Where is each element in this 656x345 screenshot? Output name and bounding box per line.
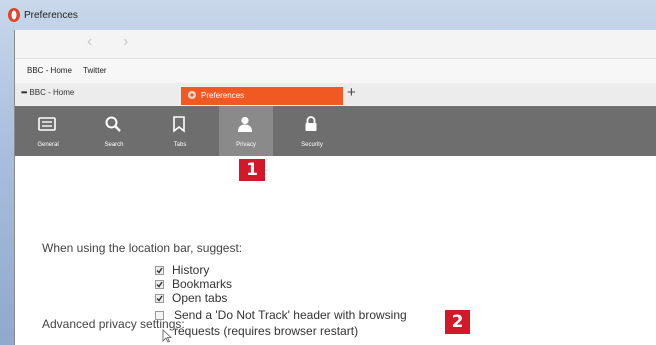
window-title: Preferences bbox=[24, 10, 78, 21]
forward-button[interactable]: › bbox=[123, 34, 128, 50]
search-icon bbox=[105, 116, 121, 132]
checkbox-checked-icon[interactable] bbox=[155, 280, 164, 289]
checkbox-checked-icon[interactable] bbox=[155, 266, 164, 275]
checkbox-unchecked-icon[interactable] bbox=[155, 311, 164, 320]
callout-badge-2: 2 bbox=[445, 310, 470, 334]
toolbar-search-label: Search bbox=[104, 142, 124, 148]
preferences-toolbar: General Search Tabs Privacy Security bbox=[15, 106, 656, 156]
option-bookmarks-label: Bookmarks bbox=[172, 277, 233, 291]
option-open-tabs-label: Open tabs bbox=[172, 291, 228, 305]
option-bookmarks[interactable]: Bookmarks bbox=[155, 277, 232, 291]
option-history-label: History bbox=[172, 263, 210, 277]
toolbar-privacy-label: Privacy bbox=[236, 142, 256, 148]
toolbar-search[interactable]: Search bbox=[87, 106, 141, 156]
tab-preferences[interactable]: Preferences bbox=[181, 87, 343, 105]
location-bar-heading: When using the location bar, suggest: bbox=[42, 241, 243, 255]
option-history[interactable]: History bbox=[155, 263, 209, 277]
bookmark-twitter[interactable]: Twitter bbox=[83, 66, 107, 75]
new-tab-button[interactable]: + bbox=[347, 85, 356, 100]
bookmarks-bar: BBC - Home Twitter bbox=[15, 58, 656, 84]
navigation-bar: ‹ › bbox=[15, 30, 656, 58]
gear-icon bbox=[188, 91, 196, 99]
toolbar-security[interactable]: Security bbox=[285, 106, 339, 156]
title-bar: Preferences bbox=[0, 0, 656, 30]
bookmark-bbc-home[interactable]: BBC - Home bbox=[27, 66, 72, 75]
checkbox-checked-icon[interactable] bbox=[155, 294, 164, 303]
do-not-track-label-line1: Send a 'Do Not Track' header with browsi… bbox=[174, 308, 407, 322]
general-icon bbox=[38, 117, 56, 131]
toolbar-general[interactable]: General bbox=[21, 106, 75, 156]
lock-icon bbox=[305, 116, 317, 131]
desktop-frame: Preferences ‹ › BBC - Home Twitter ••• BB… bbox=[0, 0, 656, 345]
tab-bbc-home[interactable]: ••• BBC - Home bbox=[21, 88, 74, 97]
mouse-cursor-icon bbox=[162, 329, 172, 343]
callout-badge-1: 1 bbox=[239, 159, 265, 181]
browser-window: ‹ › BBC - Home Twitter ••• BBC - Home Pre… bbox=[14, 30, 656, 345]
bbc-favicon-icon: ••• bbox=[21, 88, 27, 97]
tab-preferences-label: Preferences bbox=[201, 91, 245, 100]
toolbar-security-label: Security bbox=[301, 142, 323, 148]
tab-bbc-label: BBC - Home bbox=[29, 88, 75, 97]
tabs-icon bbox=[173, 116, 185, 133]
do-not-track-label-line2: requests (requires browser restart) bbox=[174, 324, 359, 338]
toolbar-general-label: General bbox=[37, 142, 59, 148]
back-button[interactable]: ‹ bbox=[87, 34, 92, 50]
tab-strip: ••• BBC - Home Preferences + bbox=[15, 83, 656, 105]
opera-logo-icon bbox=[8, 8, 20, 22]
toolbar-tabs-label: Tabs bbox=[173, 142, 187, 148]
privacy-icon bbox=[238, 116, 252, 132]
toolbar-tabs[interactable]: Tabs bbox=[153, 106, 207, 156]
toolbar-privacy[interactable]: Privacy bbox=[219, 106, 273, 156]
option-open-tabs[interactable]: Open tabs bbox=[155, 291, 227, 305]
